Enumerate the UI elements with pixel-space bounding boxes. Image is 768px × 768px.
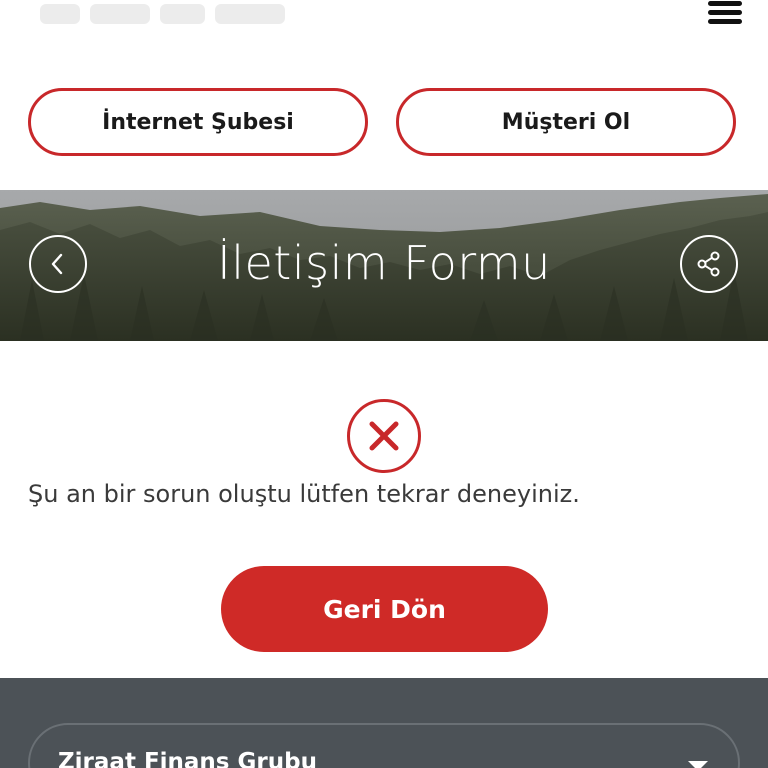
error-message: Şu an bir sorun oluştu lütfen tekrar den… — [28, 480, 580, 508]
become-customer-label: Müşteri Ol — [501, 109, 631, 135]
group-accordion-label: Ziraat Finans Grubu — [58, 749, 317, 768]
page-title: İletişim Formu — [217, 236, 551, 290]
group-accordion[interactable]: Ziraat Finans Grubu — [28, 723, 740, 768]
share-icon — [697, 251, 720, 277]
page: İnternet Şubesi Müşteri Ol İletişim Form… — [0, 0, 768, 768]
error-x-icon — [347, 399, 421, 473]
become-customer-button[interactable]: Müşteri Ol — [396, 88, 736, 156]
internet-branch-button[interactable]: İnternet Şubesi — [28, 88, 368, 156]
top-bar — [0, 0, 768, 60]
caret-down-icon — [688, 761, 708, 768]
hamburger-menu-icon[interactable] — [706, 0, 744, 26]
back-button[interactable] — [29, 235, 87, 293]
close-icon — [369, 421, 399, 451]
logo-icon — [40, 4, 285, 24]
internet-branch-label: İnternet Şubesi — [102, 109, 294, 135]
go-back-button[interactable]: Geri Dön — [221, 566, 548, 652]
share-button[interactable] — [680, 235, 738, 293]
chevron-left-icon — [51, 253, 63, 275]
go-back-label: Geri Dön — [323, 594, 446, 624]
